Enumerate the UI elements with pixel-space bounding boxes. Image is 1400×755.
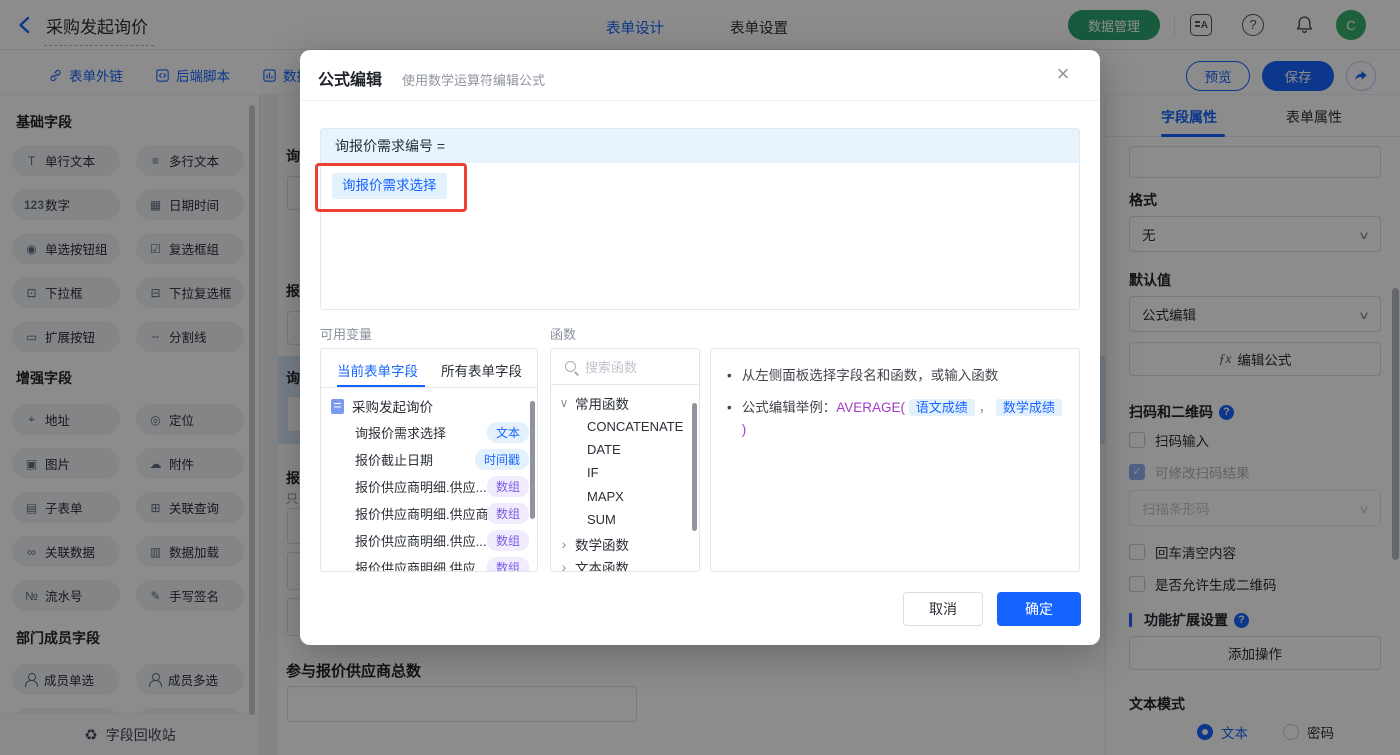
function-search-input[interactable] — [585, 356, 689, 378]
function-group-math[interactable]: 数学函数 — [559, 532, 629, 556]
divider — [300, 100, 1100, 101]
function-item[interactable]: DATE — [587, 438, 621, 461]
example-field-chip: 语文成绩 — [908, 399, 975, 416]
tab-current-form-fields[interactable]: 当前表单字段 — [337, 360, 418, 380]
function-item[interactable]: SUM — [587, 508, 616, 531]
function-group-common[interactable]: 常用函数 — [559, 391, 629, 415]
chevron-right-icon — [559, 536, 569, 552]
chevron-right-icon — [559, 559, 569, 571]
modal-subtitle: 使用数学运算符编辑公式 — [402, 73, 546, 88]
confirm-button[interactable]: 确定 — [997, 592, 1081, 626]
type-badge: 数组 — [486, 476, 529, 497]
type-badge: 文本 — [486, 422, 529, 443]
example-field-chip: 数学成绩 — [995, 399, 1062, 416]
function-group-text[interactable]: 文本函数 — [559, 555, 629, 571]
variables-label: 可用变量 — [320, 327, 373, 342]
formula-target: 询报价需求编号 = — [321, 129, 1079, 163]
function-item[interactable]: MAPX — [587, 485, 624, 508]
help-tip: • 从左侧面板选择字段名和函数，或输入函数 — [727, 365, 1067, 387]
help-example: • 公式编辑举例：AVERAGE( 语文成绩 ， 数学成绩 ) — [727, 397, 1067, 441]
formula-editor[interactable]: 询报价需求编号 = 询报价需求选择 — [315, 128, 1080, 310]
chevron-down-icon — [559, 396, 569, 410]
variable-row[interactable]: 报价供应商明细.供应... 数组 — [355, 527, 529, 554]
variable-row[interactable]: 报价供应商明细.供应... 数组 — [355, 473, 529, 500]
bullet-icon: • — [727, 368, 732, 383]
function-item[interactable]: CONCATENATE — [587, 415, 683, 438]
close-icon[interactable]: × — [1048, 60, 1078, 90]
function-item[interactable]: IF — [587, 461, 599, 484]
type-badge: 数组 — [486, 557, 529, 571]
search-icon — [564, 360, 579, 375]
help-panel: • 从左侧面板选择字段名和函数，或输入函数 • 公式编辑举例：AVERAGE( … — [710, 348, 1080, 572]
function-token: ) — [741, 422, 747, 437]
tab-all-form-fields[interactable]: 所有表单字段 — [441, 360, 522, 380]
variables-panel: 当前表单字段 所有表单字段 采购发起询价 询报价需求选择 文本 报价截止日期 时… — [320, 348, 538, 572]
functions-panel: 常用函数 CONCATENATE DATE IF MAPX SUM 数学函数 文… — [550, 348, 700, 572]
variable-row[interactable]: 报价供应商明细.供应... 数组 — [355, 554, 529, 571]
functions-label: 函数 — [550, 327, 577, 342]
cancel-button[interactable]: 取消 — [903, 592, 983, 626]
modal-title: 公式编辑 — [318, 72, 383, 89]
variable-row[interactable]: 报价供应商明细.供应商 数组 — [355, 500, 529, 527]
function-token: AVERAGE( — [836, 400, 905, 415]
variable-row[interactable]: 询报价需求选择 文本 — [355, 419, 529, 446]
variables-scrollbar[interactable] — [530, 401, 535, 519]
variable-tree-root[interactable]: 采购发起询价 — [331, 393, 433, 419]
variable-row[interactable]: 报价截止日期 时间戳 — [355, 446, 529, 473]
formula-field-chip[interactable]: 询报价需求选择 — [332, 173, 447, 199]
function-search — [551, 349, 699, 385]
bullet-icon: • — [727, 400, 732, 415]
form-file-icon — [331, 398, 344, 414]
type-badge: 时间戳 — [474, 449, 529, 470]
formula-edit-modal: 公式编辑 使用数学运算符编辑公式 × 询报价需求编号 = 询报价需求选择 可用变… — [300, 50, 1100, 645]
app-root: 采购发起询价 表单设计 表单设置 数据管理 A C 表单外链 后端脚本 数据权限… — [0, 0, 1400, 755]
type-badge: 数组 — [486, 530, 529, 551]
type-badge: 数组 — [486, 503, 529, 524]
divider — [321, 387, 537, 388]
functions-scrollbar[interactable] — [692, 403, 697, 531]
